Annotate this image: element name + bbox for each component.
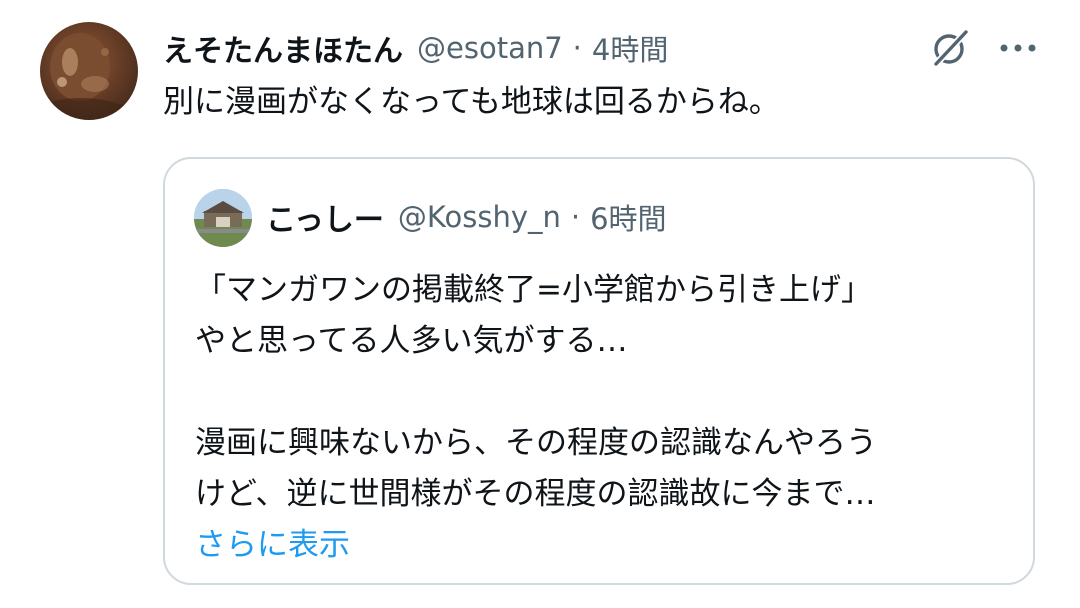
tweet-text: 別に漫画がなくなっても地球は回るからね。	[163, 84, 780, 120]
quoted-timestamp[interactable]: 6時間	[590, 196, 666, 238]
tweet: えそたんまほたん @esotan7 · 4時間 別に漫画がなくなっても地球は回る…	[0, 0, 1080, 608]
tweet-header: えそたんまほたん @esotan7 · 4時間	[163, 26, 668, 70]
separator: ·	[572, 31, 582, 65]
quoted-header: こっしー @Kosshy_n · 6時間	[266, 195, 667, 239]
display-name[interactable]: えそたんまほたん	[163, 26, 403, 70]
quoted-text: 「マンガワンの掲載終了=小学館から引き上げ」 やと思ってる人多い気がする… 漫画…	[195, 265, 1025, 571]
grok-icon[interactable]	[926, 24, 974, 72]
show-more-link[interactable]: さらに表示	[195, 520, 1025, 571]
user-handle[interactable]: @esotan7	[417, 31, 563, 65]
timestamp[interactable]: 4時間	[592, 27, 668, 69]
avatar[interactable]	[40, 22, 138, 120]
quoted-text-line: 「マンガワンの掲載終了=小学館から引き上げ」	[195, 272, 872, 308]
quoted-text-line: けど、逆に世間様がその程度の認識故に今まで…	[195, 476, 876, 512]
quoted-tweet[interactable]: こっしー @Kosshy_n · 6時間 「マンガワンの掲載終了=小学館から引き…	[163, 157, 1035, 585]
quoted-separator: ·	[570, 200, 581, 234]
quoted-text-line	[195, 367, 1025, 418]
quoted-text-line: 漫画に興味ないから、その程度の認識なんやろう	[195, 425, 877, 461]
quoted-text-line: やと思ってる人多い気がする…	[195, 323, 628, 359]
quoted-display-name[interactable]: こっしー	[266, 195, 384, 239]
quoted-avatar	[194, 189, 252, 247]
quoted-user-handle[interactable]: @Kosshy_n	[398, 200, 561, 234]
more-icon[interactable]	[994, 28, 1042, 68]
